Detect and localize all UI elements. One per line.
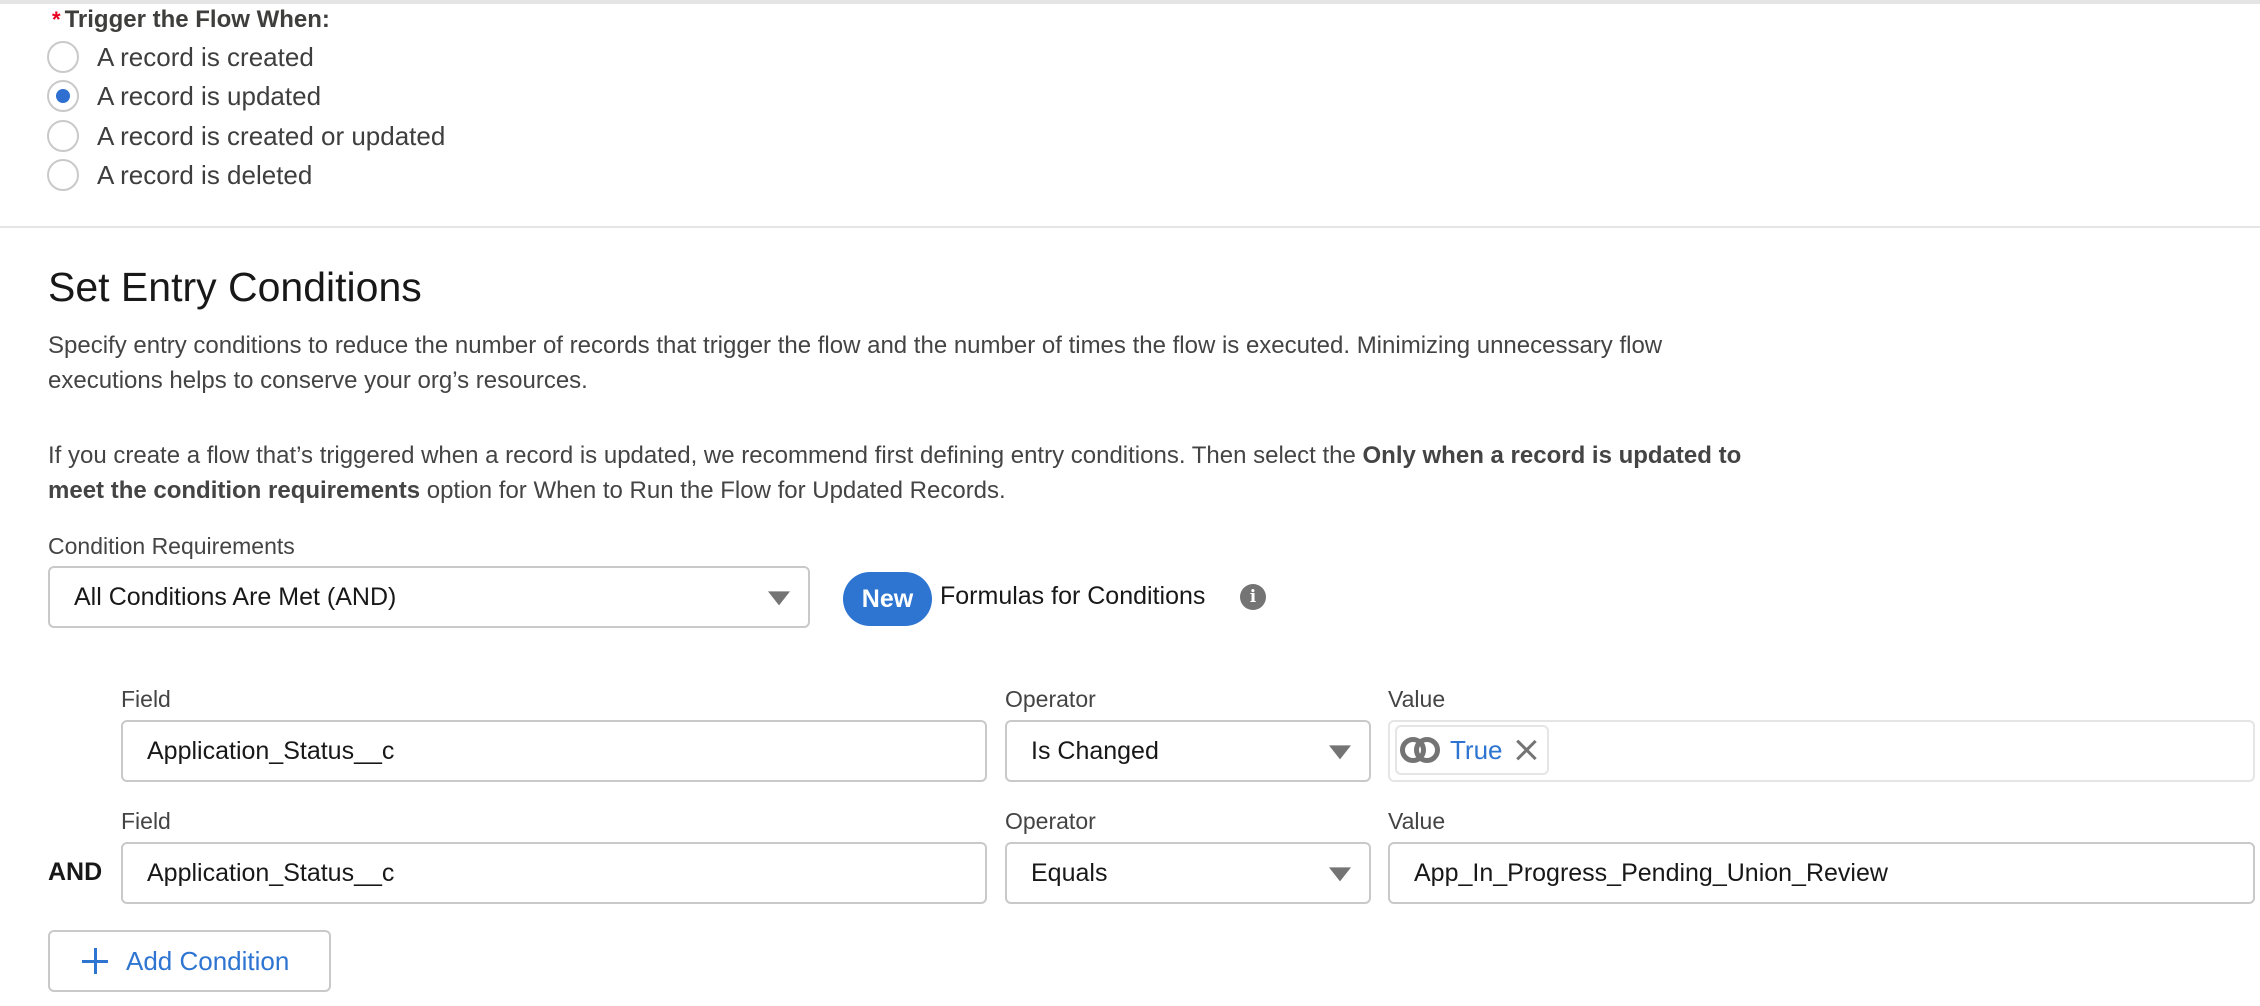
- radio-button[interactable]: [47, 159, 79, 191]
- value-input[interactable]: True: [1388, 720, 2255, 782]
- radio-option-updated[interactable]: A record is updated: [47, 79, 321, 113]
- caret-down-icon: [1329, 745, 1351, 760]
- radio-option-created[interactable]: A record is created: [47, 40, 314, 74]
- value-input[interactable]: App_In_Progress_Pending_Union_Review: [1388, 842, 2255, 904]
- operator-select[interactable]: Is Changed: [1005, 720, 1371, 782]
- formulas-for-conditions-label: Formulas for Conditions: [940, 582, 1206, 610]
- operator-value: Is Changed: [1031, 736, 1159, 765]
- field-label: Field: [121, 686, 171, 712]
- value-label: Value: [1388, 808, 1446, 834]
- condition-requirements-select[interactable]: All Conditions Are Met (AND): [48, 566, 810, 628]
- caret-down-icon: [768, 591, 790, 606]
- condition-requirements-label: Condition Requirements: [48, 533, 295, 559]
- radio-button-checked[interactable]: [47, 80, 79, 112]
- required-asterisk: *: [52, 7, 61, 32]
- recommendation-text-end: option for When to Run the Flow for Upda…: [420, 477, 1006, 504]
- description-paragraph: Specify entry conditions to reduce the n…: [48, 332, 1663, 394]
- value-label: Value: [1388, 686, 1446, 712]
- trigger-flow-label-text: Trigger the Flow When:: [64, 6, 330, 33]
- top-border: [0, 0, 2260, 4]
- caret-down-icon: [1329, 867, 1351, 882]
- radio-button[interactable]: [47, 41, 79, 73]
- operator-select[interactable]: Equals: [1005, 842, 1371, 904]
- info-icon[interactable]: i: [1240, 584, 1266, 610]
- section-divider: [0, 226, 2260, 228]
- field-input[interactable]: Application_Status__c: [121, 720, 987, 782]
- plus-icon: [82, 948, 108, 974]
- section-title: Set Entry Conditions: [48, 264, 422, 310]
- radio-label: A record is created or updated: [97, 121, 446, 151]
- condition-requirements-value: All Conditions Are Met (AND): [74, 582, 397, 611]
- trigger-flow-label: * Trigger the Flow When:: [52, 4, 330, 36]
- operator-value: Equals: [1031, 858, 1108, 887]
- boolean-rings-icon: [1400, 735, 1440, 765]
- value-pill[interactable]: True: [1395, 725, 1549, 775]
- value-pill-text: True: [1450, 734, 1503, 765]
- and-connector-label: AND: [48, 858, 103, 886]
- add-condition-button[interactable]: Add Condition: [48, 930, 331, 992]
- recommendation-text: If you create a flow that’s triggered wh…: [48, 442, 1363, 469]
- field-label: Field: [121, 808, 171, 834]
- radio-label: A record is updated: [97, 81, 322, 111]
- operator-label: Operator: [1005, 686, 1096, 712]
- radio-button[interactable]: [47, 120, 79, 152]
- radio-label: A record is deleted: [97, 160, 313, 190]
- radio-label: A record is created: [97, 42, 314, 72]
- new-badge: New: [843, 572, 932, 626]
- operator-label: Operator: [1005, 808, 1096, 834]
- radio-option-deleted[interactable]: A record is deleted: [47, 158, 312, 192]
- radio-option-created-or-updated[interactable]: A record is created or updated: [47, 119, 445, 153]
- close-icon[interactable]: [1515, 739, 1537, 761]
- field-input[interactable]: Application_Status__c: [121, 842, 987, 904]
- recommendation-paragraph: If you create a flow that’s triggered wh…: [48, 438, 1768, 508]
- add-condition-label: Add Condition: [126, 945, 290, 976]
